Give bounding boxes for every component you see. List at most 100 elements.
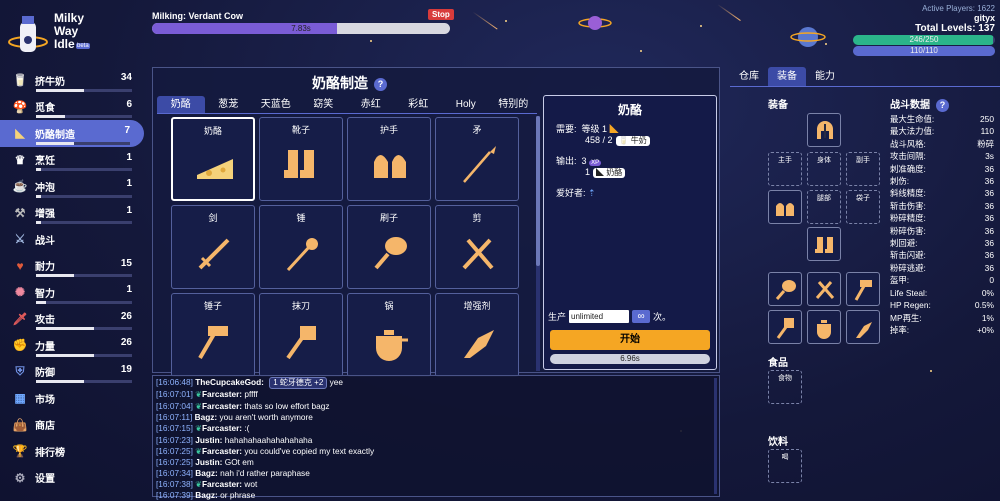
character-tab-0[interactable]: 仓库 [730,67,768,86]
spatula-tool-slot[interactable] [768,310,802,344]
sidebar-item-1[interactable]: 🍄 觅食 6 [0,94,146,121]
item-grid-scrollbar[interactable] [536,116,540,371]
pot-tool-slot[interactable] [807,310,841,344]
sidebar-item-label: 奶酪制造 [35,129,75,141]
gloves-slot[interactable] [768,190,802,224]
item-card[interactable]: 剑 [171,205,255,289]
pouch-slot[interactable]: 袋子 [846,190,880,224]
chat-timestamp: [16:07:11] [156,412,193,423]
chat-scrollbar[interactable] [714,378,717,494]
item-card[interactable]: 锅 [347,293,431,377]
stop-button[interactable]: Stop [428,9,454,20]
action-progress-time: 7.83s [291,24,311,33]
sidebar-item-12[interactable]: ▦ 市场 [0,385,146,412]
infinite-button[interactable]: ∞ [632,310,651,323]
sidebar-item-4[interactable]: ☕ 冲泡 1 [0,173,146,200]
tab-2[interactable]: 天蓝色 [252,96,300,113]
game-logo[interactable]: Milky Way Idle beta [8,8,128,60]
item-link[interactable]: 1 蛇牙德克 +2 [269,377,328,389]
sidebar-item-11[interactable]: ⛨ 防御 19 [0,359,146,386]
stat-row: 粉碎伤害: 36 [890,225,994,237]
item-card[interactable]: 奶酪 [171,117,255,201]
boots-slot[interactable] [807,227,841,261]
cheese-chip[interactable]: ◣ 奶酪 [593,168,626,178]
sidebar-item-8[interactable]: ✺ 智力 1 [0,279,146,306]
chat-username[interactable]: Bagz: [195,412,218,422]
character-tab-1[interactable]: 装备 [768,67,806,86]
help-icon[interactable]: ? [936,98,949,112]
chat-username[interactable]: Farcaster: [202,479,242,489]
milk-icon: 🥛 [12,73,28,88]
head-slot[interactable] [807,113,841,147]
sidebar-item-14[interactable]: 🏆 排行榜 [0,438,146,465]
hammer-tool-slot[interactable] [846,272,880,306]
chat-message: [16:07:25] ❦Farcaster: you could've copi… [156,446,716,458]
username[interactable]: gityx [853,13,995,23]
chat-username[interactable]: Justin: [195,435,222,445]
start-button[interactable]: 开始 [550,330,710,350]
item-card[interactable]: 增强剂 [435,293,519,377]
tab-1[interactable]: 葱茏 [205,96,253,113]
tab-3[interactable]: 窈笑 [300,96,348,113]
sidebar-item-15[interactable]: ⚙ 设置 [0,465,146,492]
chat-username[interactable]: Bagz: [195,490,218,500]
chat-username[interactable]: Farcaster: [202,446,242,456]
stat-row: 粉碎精度: 36 [890,212,994,224]
chat-username[interactable]: Farcaster: [202,401,242,411]
item-card[interactable]: 刷子 [347,205,431,289]
enhancer-tool-slot[interactable] [846,310,880,344]
sidebar-item-7[interactable]: ♥ 耐力 15 [0,253,146,280]
character-tab-2[interactable]: 能力 [806,67,844,86]
sidebar-item-2[interactable]: ◣ 奶酪制造 7 [0,120,144,147]
sidebar-item-13[interactable]: 👜 商店 [0,412,146,439]
req-level: 等级 1 [581,124,608,134]
item-card[interactable]: 抹刀 [259,293,343,377]
quantity-input[interactable]: unlimited [569,310,630,323]
chat-username[interactable]: TheCupcakeGod: [195,377,264,387]
tab-5[interactable]: 彩虹 [395,96,443,113]
brush-tool-slot[interactable] [768,272,802,306]
tab-4[interactable]: 赤红 [347,96,395,113]
chat-message: [16:06:48] TheCupcakeGod: 1 蛇牙德克 +2 yee [156,377,716,389]
milk-chip[interactable]: 🥛 牛奶 [615,136,650,146]
item-card[interactable]: 锤子 [171,293,255,377]
tab-7[interactable]: 特别的 [490,96,538,113]
player-info: Active Players: 1622 gityx Total Levels:… [853,4,995,56]
gear-icon: ⚙ [14,470,26,485]
item-card[interactable]: 靴子 [259,117,343,201]
leaf-icon: ❦ [195,446,202,456]
item-card[interactable]: 剪 [435,205,519,289]
chat-message: [16:07:25] Justin: GOt em [156,457,716,468]
body-slot[interactable]: 身体 [807,152,841,186]
chat-username[interactable]: Justin: [195,457,222,467]
chat-username[interactable]: Bagz: [195,468,218,478]
req-item: 牛奶 [630,136,647,145]
produce-label: 生产 [548,312,567,322]
sidebar-item-0[interactable]: 🥛 挤牛奶 34 [0,67,146,94]
item-card[interactable]: 护手 [347,117,431,201]
legs-slot[interactable]: 腿部 [807,190,841,224]
drink-slot[interactable]: 喝 [768,449,802,483]
chat-username[interactable]: Farcaster: [202,423,242,433]
sidebar-item-9[interactable]: 🗡 攻击 26 [0,306,146,333]
main-hand-slot[interactable]: 主手 [768,152,802,186]
item-card[interactable]: 锤 [259,205,343,289]
shears-tool-slot[interactable] [807,272,841,306]
sidebar-item-5[interactable]: ⚒ 增强 1 [0,200,146,227]
food-slot[interactable]: 食物 [768,370,802,404]
sidebar-item-10[interactable]: ✊ 力量 26 [0,332,146,359]
sidebar-item-6[interactable]: ⚔ 战斗 [0,226,146,253]
chat-panel[interactable]: [16:06:48] TheCupcakeGod: 1 蛇牙德克 +2 yee [… [152,375,720,500]
sidebar-item-3[interactable]: ♛ 烹饪 1 [0,147,146,174]
item-name: 奶酪 [203,126,222,136]
chat-username[interactable]: Farcaster: [202,389,242,399]
help-icon[interactable]: ? [374,77,387,91]
tab-6[interactable]: Holy [442,96,490,113]
sidebar-item-label: 耐力 [35,262,55,274]
item-name: 剪 [472,213,482,223]
stat-value: 3s [985,151,994,162]
off-hand-slot[interactable]: 副手 [846,152,880,186]
item-card[interactable]: 矛 [435,117,519,201]
tab-0[interactable]: 奶酪 [157,96,205,113]
stat-label: 斩击闪避: [890,250,926,261]
